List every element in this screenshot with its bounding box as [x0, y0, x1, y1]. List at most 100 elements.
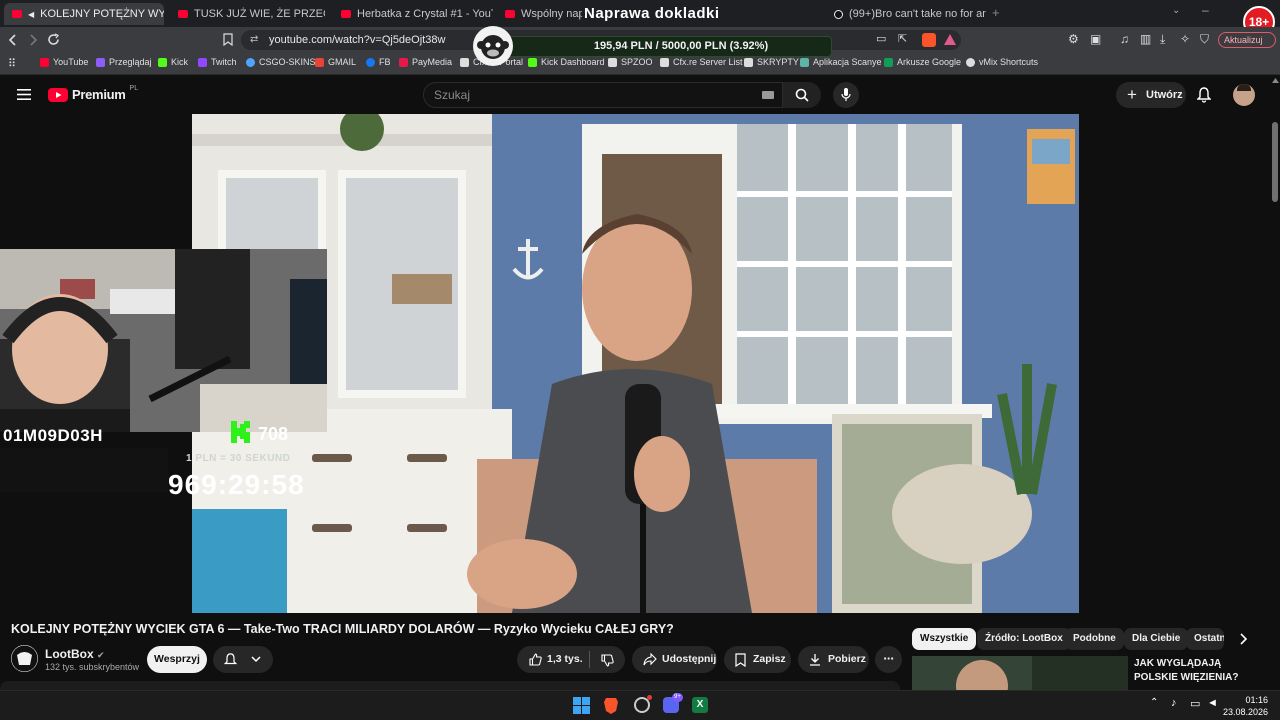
minimize-icon[interactable]: – — [1202, 3, 1209, 17]
bookmark-cfx-server-list[interactable]: Cfx.re Server List — [660, 57, 743, 67]
bookmark-fb[interactable]: FB — [366, 57, 391, 67]
download-button[interactable]: Pobierz — [798, 646, 869, 673]
chip-related[interactable]: Podobne — [1065, 628, 1124, 650]
chip-recent[interactable]: Ostatnio — [1186, 628, 1224, 650]
extensions-icon[interactable]: ⚙ — [1068, 32, 1079, 46]
back-icon[interactable] — [8, 34, 18, 46]
save-button[interactable]: Zapisz — [724, 646, 791, 673]
donation-goal-bar: 195,94 PLN / 5000,00 PLN (3.92%) — [480, 36, 832, 57]
voice-search-button[interactable] — [833, 82, 859, 108]
support-button[interactable]: Wesprzyj — [147, 646, 207, 673]
speaker-icon: ◀ — [28, 9, 35, 19]
tab[interactable]: (99+)Bro can't take no for an answer — [826, 3, 986, 25]
bookmark-kick[interactable]: Kick — [158, 57, 188, 67]
recommended-video-thumbnail[interactable] — [912, 656, 1128, 690]
downloads-icon[interactable]: ⤓ — [1160, 32, 1165, 47]
windows-start-icon[interactable] — [573, 697, 590, 714]
brave-shield-icon[interactable] — [922, 33, 936, 47]
channel-avatar[interactable] — [11, 645, 38, 672]
volume-icon[interactable]: ◄ — [1207, 697, 1218, 709]
overlay-backdrop — [0, 448, 168, 492]
scrollbar-thumb[interactable] — [1272, 122, 1278, 202]
bookmark-arkusze-google[interactable]: Arkusze Google — [884, 57, 961, 67]
forward-icon[interactable] — [28, 34, 38, 46]
bookmark-youtube[interactable]: YouTube — [40, 57, 88, 67]
browse-icon — [96, 57, 105, 67]
url-text: youtube.com/watch?v=Qj5deOjt38w — [269, 34, 446, 46]
more-actions-button[interactable]: ⋯ — [875, 646, 902, 673]
avatar[interactable] — [1233, 84, 1255, 106]
site-info-icon[interactable]: ⇄ — [250, 30, 258, 50]
clock-date: 23.08.2026 — [1222, 707, 1268, 717]
tab-active[interactable]: ◀ KOLEJNY POTĘŻNY WYCIEK G ✕ — [4, 3, 164, 25]
search-input[interactable]: Szukaj — [423, 82, 783, 108]
bookmark-label: Aplikacja Scanye — [813, 57, 882, 67]
menu-icon[interactable] — [17, 89, 31, 100]
bookmark-label: SKRYPTY — [757, 57, 799, 67]
bookmark-icon[interactable] — [223, 33, 233, 46]
sidebar-icon[interactable]: ▥ — [1140, 32, 1151, 46]
search-button[interactable] — [783, 82, 821, 108]
chevron-down-icon[interactable]: ⌄ — [1172, 5, 1180, 16]
chip-for-you[interactable]: Dla Ciebie — [1124, 628, 1189, 650]
bookmark-gmail[interactable]: GMAIL — [315, 57, 356, 67]
bookmark-csgo-skins[interactable]: CSGO-SKINS — [246, 57, 316, 67]
reload-icon[interactable] — [47, 33, 60, 46]
bookmark-przegladaj[interactable]: Przeglądaj — [96, 57, 152, 67]
chip-all[interactable]: Wszystkie — [912, 628, 977, 650]
bookmark-aplikacja-scanye[interactable]: Aplikacja Scanye — [800, 57, 882, 67]
excel-icon[interactable]: X — [692, 697, 708, 713]
tab[interactable]: Herbatka z Crystal #1 - YouTube — [333, 3, 493, 25]
chevron-right-icon[interactable] — [1239, 633, 1247, 645]
search-placeholder: Szukaj — [434, 88, 471, 102]
microphone-icon[interactable]: ♪ — [1171, 697, 1177, 709]
dislike-button[interactable] — [590, 646, 625, 673]
apps-grid-icon[interactable]: ⠿ — [8, 57, 16, 70]
chip-source[interactable]: Źródło: LootBox — [977, 628, 1071, 650]
logo-region: PL — [129, 85, 139, 92]
logo-text: Premium — [72, 87, 126, 102]
update-label: Aktualizuj — [1224, 35, 1263, 45]
share-button[interactable]: Udostępnij — [632, 646, 717, 673]
brave-rewards-icon[interactable] — [944, 34, 956, 45]
microphone-icon — [841, 88, 851, 101]
network-icon[interactable]: ▭ — [1190, 697, 1200, 710]
bookmark-vmix-shortcuts[interactable]: vMix Shortcuts — [966, 57, 1038, 67]
scroll-up-icon[interactable] — [1271, 76, 1280, 85]
bookmark-label: Kick — [171, 57, 189, 67]
music-icon[interactable]: ♫ — [1120, 32, 1129, 46]
tab[interactable]: TUSK JUŻ WIE, ŻE PRZEGRA W 2027! — [170, 3, 325, 25]
vpn-icon[interactable]: ⛉ — [1200, 32, 1209, 47]
screenshot-icon[interactable]: ▣ — [1090, 32, 1101, 46]
share-icon[interactable]: ⇱ — [898, 32, 907, 45]
keyboard-icon[interactable] — [762, 91, 774, 99]
tray-chevron-up-icon[interactable]: ⌃ — [1150, 697, 1158, 708]
channel-name[interactable]: LootBox ✔ — [45, 647, 105, 661]
recommended-video-title[interactable]: JAK WYGLĄDAJĄ POLSKIE WIĘZIENIA? — [1134, 657, 1264, 685]
bookmark-spzoo[interactable]: SPZOO — [608, 57, 653, 67]
bookmark-label: FB — [379, 57, 391, 67]
cast-icon[interactable]: ▭ — [876, 32, 886, 45]
like-button[interactable]: 1,3 tys. — [517, 646, 589, 673]
notifications-bell-icon[interactable] — [1197, 87, 1211, 103]
bookmark-paymedia[interactable]: PayMedia — [399, 57, 452, 67]
create-button[interactable]: + Utwórz — [1116, 82, 1186, 108]
bookmark-label: Twitch — [211, 57, 237, 67]
notification-settings-button[interactable] — [213, 646, 273, 673]
description-box[interactable] — [0, 681, 900, 690]
bookmark-label: vMix Shortcuts — [979, 57, 1039, 67]
tab-title: KOLEJNY POTĘŻNY WYCIEK G — [40, 8, 164, 20]
youtube-favicon-icon — [12, 10, 22, 18]
bookmark-twitch[interactable]: Twitch — [198, 57, 237, 67]
youtube-logo[interactable]: Premium PL — [48, 85, 139, 102]
new-tab-icon[interactable]: + — [992, 5, 1000, 20]
update-button[interactable]: Aktualizuj — [1218, 32, 1276, 48]
bookmark-skrypty[interactable]: SKRYPTY — [744, 57, 799, 67]
bookmark-kick-dashboard[interactable]: Kick Dashboard — [528, 57, 605, 67]
kick-icon — [158, 57, 167, 67]
tab[interactable]: Wspólny napad z C — [497, 3, 582, 25]
system-clock[interactable]: 01:16 23.08.2026 — [1223, 694, 1268, 718]
donation-rate-text: 1 PLN = 30 SEKUND — [186, 453, 291, 464]
leo-ai-icon[interactable]: ✧ — [1180, 32, 1190, 46]
brave-browser-icon[interactable] — [603, 697, 619, 715]
